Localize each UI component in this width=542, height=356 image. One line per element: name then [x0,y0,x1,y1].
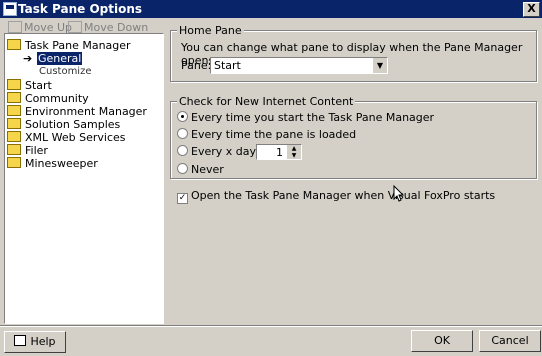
days-stepper[interactable]: 1 ▲ ▼ [256,144,302,160]
tree-item-start[interactable]: Start [7,79,52,92]
pane-label: Pane: [181,59,212,72]
divider [0,325,542,327]
ok-button[interactable]: OK [411,330,473,352]
tree-item-environment-manager[interactable]: Environment Manager [7,105,147,118]
arrow-right-icon: ➔ [23,52,33,65]
tree-item-filer[interactable]: Filer [7,144,48,157]
radio-button[interactable] [177,128,188,139]
checkmark-icon[interactable]: ✓ [177,193,188,204]
radio-never[interactable]: Never [177,163,224,176]
days-value: 1 [276,146,283,159]
title-bar: Task Pane Options X [0,0,542,18]
move-down-icon [68,21,82,33]
tree-item-xml-web-services[interactable]: XML Web Services [7,131,126,144]
tree-item-task-pane-manager[interactable]: Task Pane Manager [7,39,131,52]
cancel-button[interactable]: Cancel [479,330,541,352]
radio-every-load[interactable]: Every time the pane is loaded [177,128,356,141]
tree-item-customize[interactable]: Customize [39,65,92,78]
folder-icon [7,144,21,155]
folder-icon [7,157,21,168]
chevron-down-icon[interactable]: ▼ [372,58,387,73]
window-title: Task Pane Options [18,2,143,16]
app-icon [3,2,17,16]
folder-icon [7,131,21,142]
folder-icon [7,105,21,116]
radio-every-x-days[interactable]: Every x days: [177,145,265,158]
task-pane-tree[interactable]: Task Pane Manager ➔ General Customize Sta… [4,33,164,324]
pane-select-value: Start [214,59,241,72]
folder-icon [7,92,21,103]
tree-item-general[interactable]: ➔ General [23,52,83,65]
spin-up-icon[interactable]: ▲ [287,145,301,152]
tree-item-solution-samples[interactable]: Solution Samples [7,118,120,131]
radio-button[interactable] [177,145,188,156]
home-pane-title: Home Pane [177,24,244,37]
tree-item-minesweeper[interactable]: Minesweeper [7,157,98,170]
move-up-icon [8,21,22,33]
tree-item-community[interactable]: Community [7,92,89,105]
open-on-startup-checkbox[interactable]: ✓ Open the Task Pane Manager when Visual … [177,189,495,204]
folder-icon [7,79,21,90]
pane-select[interactable]: Start ▼ [210,57,388,74]
folder-icon [7,118,21,129]
help-icon [14,335,27,346]
radio-button-selected[interactable] [177,111,188,122]
radio-every-start[interactable]: Every time you start the Task Pane Manag… [177,111,434,124]
folder-icon [7,39,21,50]
spin-down-icon[interactable]: ▼ [287,152,301,159]
mouse-cursor-icon [393,184,405,206]
internet-content-title: Check for New Internet Content [177,95,356,108]
close-button[interactable]: X [523,2,540,17]
radio-button[interactable] [177,163,188,174]
help-button[interactable]: Help [4,331,66,353]
